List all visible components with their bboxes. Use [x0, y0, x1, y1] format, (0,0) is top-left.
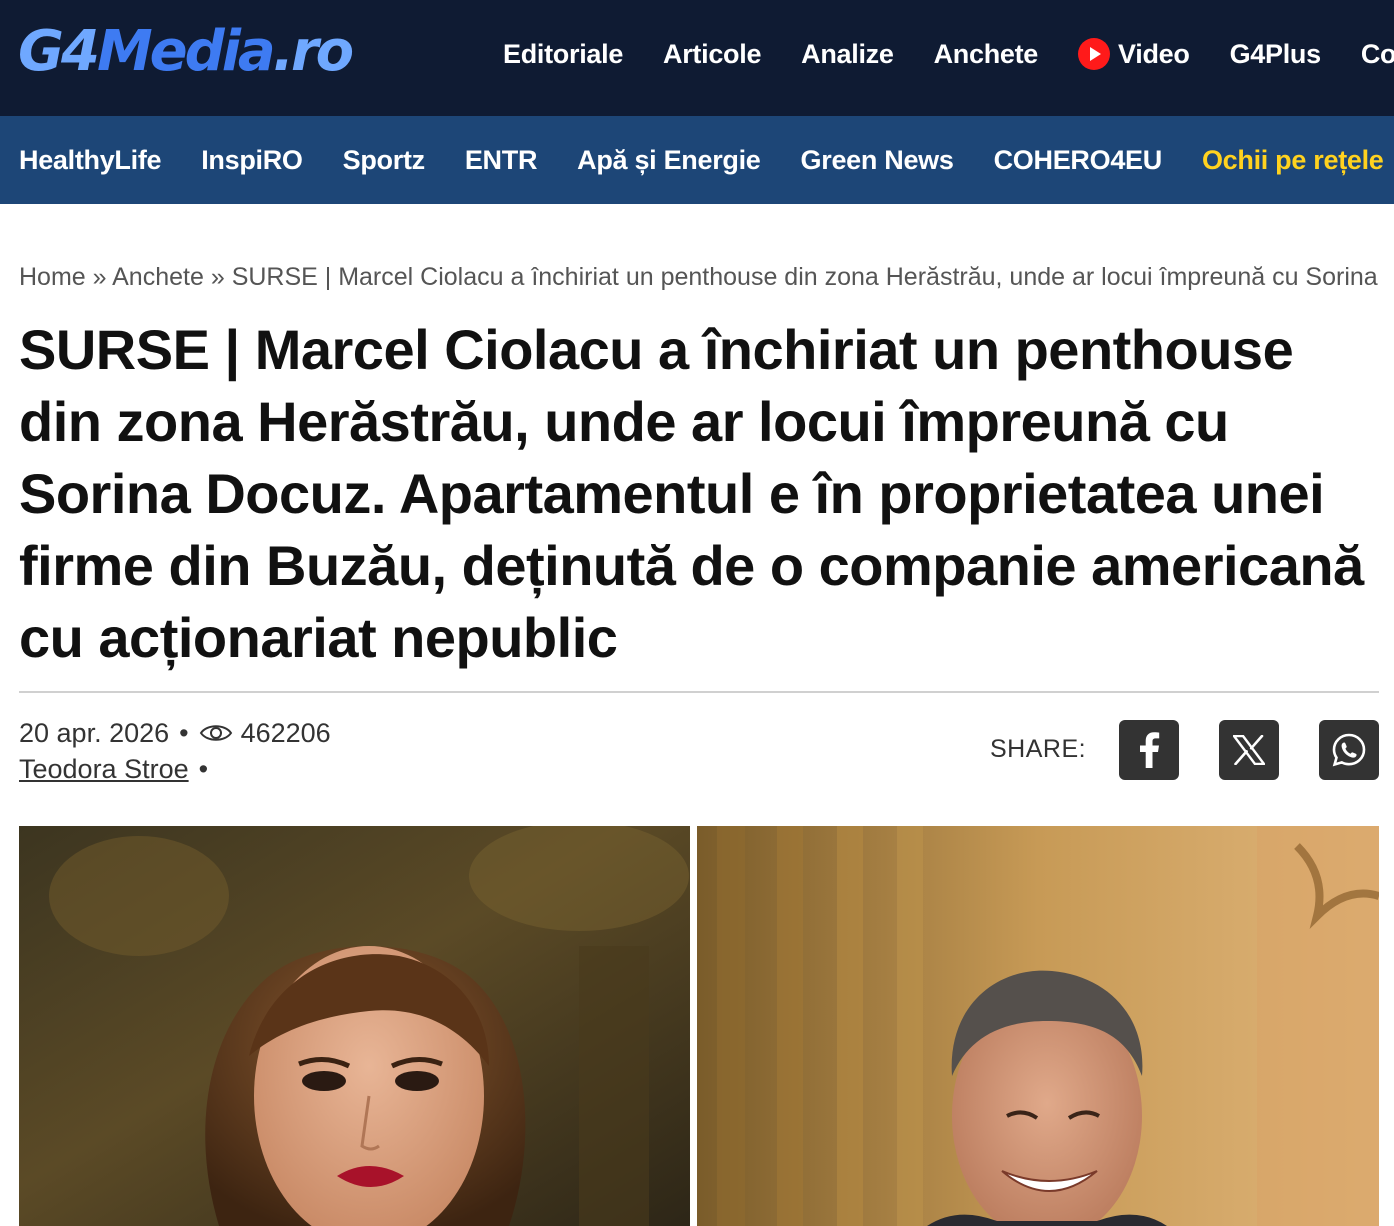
breadcrumb-separator: » — [210, 263, 225, 291]
article-author[interactable]: Teodora Stroe — [19, 752, 189, 786]
nav-editoriale[interactable]: Editoriale — [503, 39, 623, 70]
article-meta: 20 apr. 2026 • 462206 — [19, 716, 331, 750]
logo-text-g4: G4 — [18, 19, 100, 84]
article-author-line: Teodora Stroe • — [19, 752, 218, 786]
secondary-nav: HealthyLife InspiRO Sportz ENTR Apă și E… — [19, 140, 1394, 180]
subnav-inspiro[interactable]: InspiRO — [201, 145, 303, 176]
nav-video-label: Video — [1118, 38, 1190, 69]
logo-text-media: Media — [96, 19, 276, 84]
play-icon — [1078, 38, 1111, 70]
breadcrumb-separator: » — [92, 263, 107, 291]
nav-video[interactable]: Video — [1078, 38, 1190, 70]
share-label: SHARE: — [990, 735, 1087, 763]
subnav-sportz[interactable]: Sportz — [343, 145, 426, 176]
article-photo-man — [697, 826, 1379, 1226]
photo-man-illustration — [697, 826, 1379, 1226]
meta-bullet: • — [179, 718, 189, 748]
nav-analize[interactable]: Analize — [801, 39, 894, 70]
facebook-icon — [1140, 732, 1160, 768]
logo-text-ro: .ro — [272, 19, 354, 84]
divider — [19, 691, 1379, 693]
breadcrumb-section[interactable]: Anchete — [112, 263, 204, 291]
breadcrumb-home[interactable]: Home — [19, 263, 86, 291]
site-logo[interactable]: G4Media.ro — [18, 18, 354, 86]
nav-anchete[interactable]: Anchete — [934, 39, 1039, 70]
main-nav: Editoriale Articole Analize Anchete Vide… — [503, 34, 1394, 74]
x-icon — [1233, 735, 1265, 765]
subnav-ochii-pe-retele[interactable]: Ochii pe rețele — [1202, 145, 1384, 176]
subnav-green-news[interactable]: Green News — [801, 145, 954, 176]
nav-g4plus[interactable]: G4Plus — [1230, 39, 1322, 70]
share-facebook-button[interactable] — [1119, 720, 1179, 780]
nav-co[interactable]: Co — [1361, 39, 1394, 70]
meta-bullet: • — [198, 754, 209, 784]
secondary-navigation-bar: HealthyLife InspiRO Sportz ENTR Apă și E… — [0, 116, 1394, 204]
nav-articole[interactable]: Articole — [663, 39, 761, 70]
breadcrumb-current: SURSE | Marcel Ciolacu a închiriat un pe… — [231, 263, 1378, 291]
eye-icon — [199, 725, 232, 741]
article-date: 20 apr. 2026 — [19, 718, 170, 748]
top-navigation-bar: G4Media.ro Editoriale Articole Analize A… — [0, 0, 1394, 116]
article-views: 462206 — [240, 718, 331, 748]
subnav-cohero4eu[interactable]: COHERO4EU — [994, 145, 1163, 176]
photo-woman-illustration — [19, 826, 690, 1226]
whatsapp-icon — [1332, 733, 1366, 767]
share-x-button[interactable] — [1219, 720, 1279, 780]
subnav-apa-si-energie[interactable]: Apă și Energie — [577, 145, 761, 176]
subnav-entr[interactable]: ENTR — [465, 145, 538, 176]
breadcrumb: Home » Anchete » SURSE | Marcel Ciolacu … — [19, 262, 1394, 292]
subnav-healthylife[interactable]: HealthyLife — [19, 145, 162, 176]
article-title: SURSE | Marcel Ciolacu a închiriat un pe… — [19, 318, 1364, 669]
article-photo-woman — [19, 826, 690, 1226]
share-whatsapp-button[interactable] — [1319, 720, 1379, 780]
